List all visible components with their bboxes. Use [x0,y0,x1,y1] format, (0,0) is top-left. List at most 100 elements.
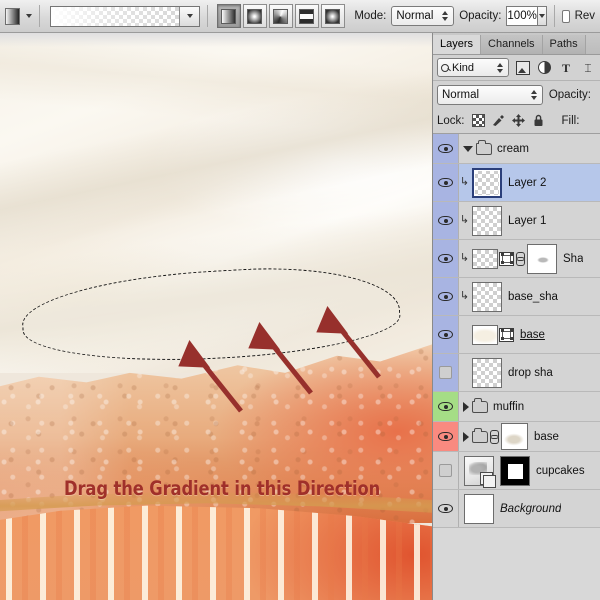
layer-lock-row: Lock: Fill: [433,108,600,134]
filter-kind-select[interactable]: Kind [437,58,509,77]
tab-layers[interactable]: Layers [433,35,482,54]
link-icon[interactable] [516,251,525,266]
blend-mode-value: Normal [396,10,434,22]
layer-row-base-group[interactable]: base [433,422,600,452]
reflected-gradient-button[interactable] [294,4,319,28]
layer-row-layer-1[interactable]: ↳ Layer 1 [433,202,600,240]
tool-preset-chevron-down-icon[interactable] [25,14,32,18]
visibility-toggle-drop-sha[interactable] [433,354,459,391]
clipping-mask-icon: ↳ [459,214,470,226]
disclosure-triangle-cream[interactable] [463,145,473,152]
layer-row-cupcakes[interactable]: cupcakes [433,452,600,490]
shape-filter-icon[interactable]: ⌶ [581,61,595,75]
visibility-toggle-base-group[interactable] [433,422,459,451]
visibility-toggle-sha[interactable] [433,240,459,277]
stepper-icon[interactable] [497,62,503,73]
visibility-toggle-muffin[interactable] [433,392,459,421]
blend-mode-select[interactable]: Normal [391,6,454,26]
visibility-toggle-cream[interactable] [433,134,459,163]
layer-row-cream[interactable]: cream [433,134,600,164]
gradient-preset-preview[interactable] [51,6,180,26]
diamond-gradient-button[interactable] [320,4,345,28]
group-mask-thumbnail[interactable] [501,423,528,450]
layer-thumbnail[interactable] [472,357,502,388]
photoshop-window: Mode: Normal Opacity: 100% Rev Drag the … [0,0,600,600]
layer-thumbnail[interactable] [472,167,502,198]
opacity-chevron-down-icon[interactable] [537,6,548,26]
panel-tab-bar: Layers Channels Paths [433,33,600,55]
layer-name-drop-sha[interactable]: drop sha [508,367,553,379]
radial-gradient-icon [247,8,263,24]
disclosure-triangle-base-group[interactable] [463,431,469,442]
document-canvas[interactable]: Drag the Gradient in this Direction [0,33,432,600]
visibility-toggle-layer-1[interactable] [433,202,459,239]
layer-name-base-inner[interactable]: base [520,329,545,341]
layer-row-base-inner[interactable]: base [433,316,600,354]
eye-off-icon [439,464,452,477]
stepper-icon[interactable] [530,89,537,100]
layer-row-base-sha[interactable]: ↳ base_sha [433,278,600,316]
layer-name-base-sha[interactable]: base_sha [508,291,558,303]
layer-row-drop-sha[interactable]: drop sha [433,354,600,392]
visibility-toggle-base-sha[interactable] [433,278,459,315]
diamond-gradient-icon [325,8,341,24]
smart-object-thumbnail[interactable] [464,455,496,488]
pixel-filter-icon[interactable] [516,60,530,75]
eye-icon [438,144,453,153]
layer-thumbnail[interactable] [472,324,498,345]
layer-thumbnail[interactable] [464,493,494,524]
visibility-toggle-background[interactable] [433,490,459,527]
tab-channels[interactable]: Channels [481,35,543,54]
angle-gradient-button[interactable] [268,4,293,28]
vector-mask-icon[interactable] [499,327,514,342]
layer-thumbnail[interactable] [472,248,498,269]
visibility-toggle-base-inner[interactable] [433,316,459,353]
layer-name-cupcakes[interactable]: cupcakes [536,465,585,477]
vector-mask-icon[interactable] [499,251,514,266]
opacity-input[interactable]: 100% [506,6,538,26]
layer-name-layer-2[interactable]: Layer 2 [508,177,546,189]
visibility-toggle-layer-2[interactable] [433,164,459,201]
layer-name-layer-1[interactable]: Layer 1 [508,215,546,227]
layer-thumbnail[interactable] [472,205,502,236]
gradient-preset-picker[interactable] [50,5,201,27]
disclosure-triangle-muffin[interactable] [463,401,469,412]
layer-row-muffin[interactable]: muffin [433,392,600,422]
eye-icon [438,254,453,263]
radial-gradient-button[interactable] [242,4,267,28]
lock-position-icon[interactable] [511,114,525,127]
lock-image-pixels-icon[interactable] [492,114,505,127]
layer-row-background[interactable]: Background [433,490,600,528]
layer-name-sha[interactable]: Sha [563,253,583,265]
layer-name-muffin[interactable]: muffin [493,401,524,413]
adjustment-filter-icon[interactable] [538,61,551,74]
lock-all-icon[interactable] [532,114,545,127]
gradient-preset-chevron-down-icon[interactable] [179,6,200,26]
layer-mask-thumbnail[interactable] [500,455,530,486]
layer-mask-thumbnail[interactable] [527,243,557,274]
layer-blend-row: Normal Opacity: [433,81,600,108]
folder-icon [472,428,488,443]
layer-row-layer-2[interactable]: ↳ Layer 2 [433,164,600,202]
layer-row-sha[interactable]: ↳ Sha [433,240,600,278]
tab-paths[interactable]: Paths [542,35,586,54]
reflected-gradient-icon [299,8,315,24]
lock-transparent-pixels-icon[interactable] [471,114,485,127]
layer-name-cream[interactable]: cream [497,143,529,155]
type-filter-icon[interactable]: T [559,61,573,75]
linear-gradient-button[interactable] [216,4,241,28]
reverse-checkbox[interactable] [561,9,570,23]
opacity-label: Opacity: [459,10,502,22]
visibility-toggle-cupcakes[interactable] [433,452,459,489]
layer-list[interactable]: cream ↳ Layer 2 ↳ Layer 1 ↳ Sha ↳ base_s… [433,134,600,600]
layer-name-background[interactable]: Background [500,503,561,515]
layer-thumbnail[interactable] [472,281,502,312]
gradient-tool-icon[interactable] [5,7,20,25]
stepper-icon[interactable] [441,11,448,21]
link-icon[interactable] [490,429,499,444]
layer-name-base-group[interactable]: base [534,431,559,443]
linear-gradient-icon [221,8,237,24]
clipping-mask-icon: ↳ [459,176,470,188]
layer-blend-mode-select[interactable]: Normal [437,84,543,105]
annotation-text: Drag the Gradient in this Direction [64,477,381,500]
